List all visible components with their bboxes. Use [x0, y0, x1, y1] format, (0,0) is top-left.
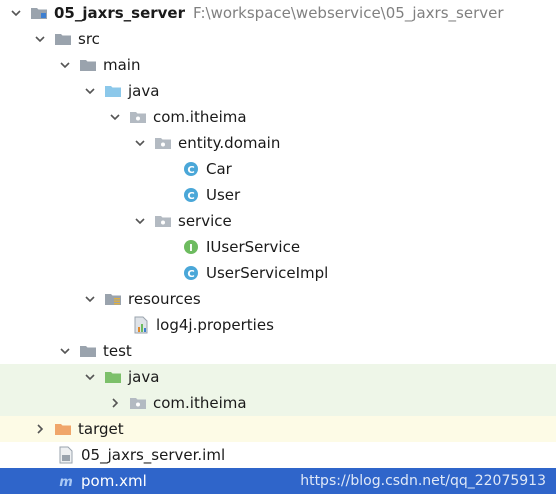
tree-node-src[interactable]: src [0, 26, 556, 52]
tree-node-class-user[interactable]: C User [0, 182, 556, 208]
tree-node-log4j[interactable]: log4j.properties [0, 312, 556, 338]
properties-file-icon [132, 316, 150, 334]
tree-node-interface-iuserservice[interactable]: I IUserService [0, 234, 556, 260]
tree-label-class-user: User [206, 186, 241, 204]
chevron-down-icon[interactable] [8, 5, 24, 21]
tree-label-main-package: com.itheima [153, 108, 247, 126]
class-icon: C [182, 265, 200, 281]
tree-node-project[interactable]: 05_jaxrs_server F:\workspace\webservice\… [0, 0, 556, 26]
chevron-right-icon[interactable] [107, 395, 123, 411]
chevron-down-icon[interactable] [132, 213, 148, 229]
tree-label-test-java: java [128, 368, 160, 386]
tree-label-class-car: Car [206, 160, 232, 178]
tree-node-test-java[interactable]: java [0, 364, 556, 390]
tree-node-test-package[interactable]: com.itheima [0, 390, 556, 416]
tree-node-class-userserviceimpl[interactable]: C UserServiceImpl [0, 260, 556, 286]
tree-node-main[interactable]: main [0, 52, 556, 78]
chevron-down-icon[interactable] [57, 343, 73, 359]
tree-node-service-package[interactable]: service [0, 208, 556, 234]
maven-icon: m [57, 473, 75, 489]
folder-icon [79, 343, 97, 359]
tree-label-iuserservice: IUserService [206, 238, 301, 256]
tree-label-main-java: java [128, 82, 160, 100]
tree-label-test: test [103, 342, 132, 360]
svg-text:m: m [59, 475, 73, 488]
chevron-down-icon[interactable] [82, 369, 98, 385]
excluded-folder-icon [54, 421, 72, 437]
tree-label-resources: resources [128, 290, 201, 308]
tree-label-test-package: com.itheima [153, 394, 247, 412]
class-icon: C [182, 187, 200, 203]
tree-label-service-package: service [178, 212, 232, 230]
package-icon [129, 395, 147, 411]
tree-label-log4j: log4j.properties [156, 316, 274, 334]
tree-node-main-java[interactable]: java [0, 78, 556, 104]
tree-node-main-package[interactable]: com.itheima [0, 104, 556, 130]
chevron-right-icon[interactable] [32, 421, 48, 437]
tree-label-iml: 05_jaxrs_server.iml [81, 446, 226, 464]
tree-node-target[interactable]: target [0, 416, 556, 442]
source-folder-icon [104, 83, 122, 99]
chevron-down-icon[interactable] [82, 291, 98, 307]
class-icon: C [182, 161, 200, 177]
interface-icon: I [182, 239, 200, 255]
tree-node-resources[interactable]: resources [0, 286, 556, 312]
project-path: F:\workspace\webservice\05_jaxrs_server [193, 4, 504, 22]
folder-icon [79, 57, 97, 73]
package-icon [154, 135, 172, 151]
resources-folder-icon [104, 291, 122, 307]
svg-text:C: C [187, 269, 194, 280]
watermark-text: https://blog.csdn.net/qq_22075913 [300, 473, 546, 489]
tree-node-entity-package[interactable]: entity.domain [0, 130, 556, 156]
chevron-down-icon[interactable] [107, 109, 123, 125]
svg-text:C: C [187, 191, 194, 202]
tree-node-class-car[interactable]: C Car [0, 156, 556, 182]
tree-node-pom[interactable]: m pom.xml https://blog.csdn.net/qq_22075… [0, 468, 556, 494]
iml-file-icon [57, 446, 75, 464]
chevron-down-icon[interactable] [132, 135, 148, 151]
module-folder-icon [30, 5, 48, 21]
svg-text:C: C [187, 165, 194, 176]
tree-node-iml[interactable]: 05_jaxrs_server.iml [0, 442, 556, 468]
tree-label-pom: pom.xml [81, 472, 147, 490]
tree-label-target: target [78, 420, 124, 438]
project-name: 05_jaxrs_server [54, 4, 185, 22]
tree-node-test[interactable]: test [0, 338, 556, 364]
tree-label-main: main [103, 56, 141, 74]
chevron-down-icon[interactable] [57, 57, 73, 73]
chevron-down-icon[interactable] [32, 31, 48, 47]
tree-label-userserviceimpl: UserServiceImpl [206, 264, 329, 282]
svg-text:I: I [189, 243, 193, 254]
tree-label-src: src [78, 30, 100, 48]
chevron-down-icon[interactable] [82, 83, 98, 99]
tree-label-entity-package: entity.domain [178, 134, 281, 152]
package-icon [154, 213, 172, 229]
test-source-folder-icon [104, 369, 122, 385]
package-icon [129, 109, 147, 125]
folder-icon [54, 31, 72, 47]
